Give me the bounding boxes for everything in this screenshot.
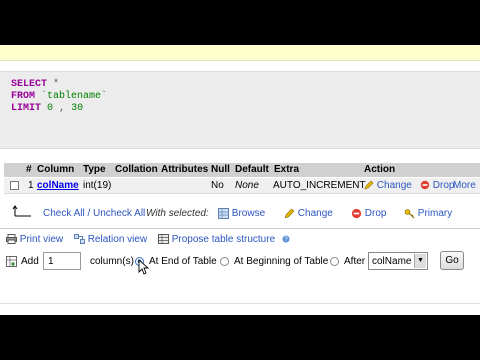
bulk-browse-label: Browse	[231, 208, 266, 220]
at-beginning-radio[interactable]	[220, 257, 229, 266]
sql-limit-count: 30	[71, 103, 84, 114]
drop-icon	[351, 208, 362, 219]
arrow-up-left-icon	[12, 205, 31, 217]
row-drop-label: Drop	[432, 180, 455, 191]
header-collation[interactable]: Collation	[115, 164, 158, 175]
sql-line-limit: LIMIT 0 , 30	[11, 103, 84, 114]
sql-select-rest: *	[53, 79, 60, 90]
pencil-icon	[284, 208, 295, 219]
table-row: 1 colName int(19) No None AUTO_INCREMENT…	[4, 178, 480, 194]
go-button[interactable]: Go	[440, 251, 464, 270]
with-selected-label: With selected:	[146, 208, 209, 219]
sql-keyword-from: FROM	[11, 91, 36, 102]
sql-query-box: SELECT * FROM `tablename` LIMIT 0 , 30	[0, 71, 480, 149]
header-column[interactable]: Column	[37, 164, 74, 175]
section-divider	[0, 228, 480, 229]
print-view-link[interactable]: Print view	[6, 234, 70, 245]
bulk-drop-label: Drop	[364, 208, 387, 220]
bottom-strip	[0, 303, 480, 315]
row-change-label: Change	[376, 180, 412, 191]
after-radio[interactable]	[330, 257, 339, 266]
sql-line-select: SELECT *	[11, 79, 59, 90]
drop-icon	[420, 181, 430, 190]
row-number: 1	[28, 180, 34, 191]
after-label: After	[344, 256, 366, 267]
bulk-browse-button[interactable]: Browse	[218, 208, 265, 219]
structure-tools: Print view Relation view Propose table s…	[6, 234, 294, 248]
bulk-change-label: Change	[297, 208, 333, 220]
row-change-action[interactable]: Change	[364, 180, 412, 191]
header-type[interactable]: Type	[83, 164, 106, 175]
bulk-primary-label: Primary	[417, 208, 453, 220]
bulk-primary-button[interactable]: Primary	[404, 208, 452, 219]
after-column-value: colName	[372, 256, 412, 267]
column-extra: AUTO_INCREMENT	[273, 180, 366, 191]
column-default: None	[235, 180, 259, 191]
row-checkbox[interactable]	[10, 181, 19, 190]
after-column-select[interactable]: colName ▼	[368, 252, 428, 270]
header-action: Action	[364, 164, 396, 175]
key-icon	[404, 209, 415, 219]
header-null[interactable]: Null	[211, 164, 230, 175]
chevron-down-icon: ▼	[414, 254, 426, 268]
propose-structure-label: Propose table structure	[171, 234, 276, 245]
column-null: No	[211, 180, 224, 191]
at-end-label: At End of Table	[149, 256, 217, 267]
column-name-link[interactable]: colName	[37, 180, 79, 191]
sql-limit-offset: 0	[47, 103, 54, 114]
sql-line-from: FROM `tablename`	[11, 91, 107, 102]
sql-keyword-select: SELECT	[11, 79, 48, 90]
check-all-bar: Check All / Uncheck All With selected: B…	[0, 198, 480, 228]
relation-icon	[73, 234, 85, 245]
sql-keyword-limit: LIMIT	[11, 103, 42, 114]
header-num: #	[26, 164, 32, 175]
print-view-label: Print view	[19, 234, 64, 245]
relation-view-label: Relation view	[87, 234, 148, 245]
check-all-link[interactable]: Check All / Uncheck All	[43, 208, 145, 219]
help-icon[interactable]: ?	[282, 235, 290, 243]
header-attributes[interactable]: Attributes	[161, 164, 208, 175]
header-default[interactable]: Default	[235, 164, 269, 175]
bulk-drop-button[interactable]: Drop	[351, 208, 386, 219]
add-label: Add	[21, 256, 39, 267]
row-drop-action[interactable]: Drop	[420, 180, 454, 191]
relation-view-link[interactable]: Relation view	[73, 234, 154, 245]
message-strip	[0, 45, 480, 61]
add-column-icon	[6, 256, 17, 267]
header-extra[interactable]: Extra	[274, 164, 299, 175]
sql-table-name: `tablename`	[41, 91, 108, 102]
at-beginning-label: At Beginning of Table	[234, 256, 329, 267]
browse-icon	[218, 208, 229, 219]
bulk-change-button[interactable]: Change	[284, 208, 333, 219]
mouse-cursor-icon	[138, 259, 150, 275]
table-icon	[157, 234, 169, 245]
propose-structure-link[interactable]: Propose table structure ?	[157, 234, 290, 245]
add-column-form: Add 1 column(s) At End of Table At Begin…	[0, 249, 480, 275]
add-count-input[interactable]: 1	[43, 252, 81, 270]
row-more-action[interactable]: More	[453, 180, 476, 191]
phpmyadmin-frame: SELECT * FROM `tablename` LIMIT 0 , 30 #…	[0, 45, 480, 315]
printer-icon	[6, 234, 17, 245]
columns-label: column(s)	[90, 256, 134, 267]
structure-table-header: # Column Type Collation Attributes Null …	[4, 163, 480, 177]
column-type: int(19)	[83, 180, 112, 191]
pencil-icon	[364, 180, 374, 190]
